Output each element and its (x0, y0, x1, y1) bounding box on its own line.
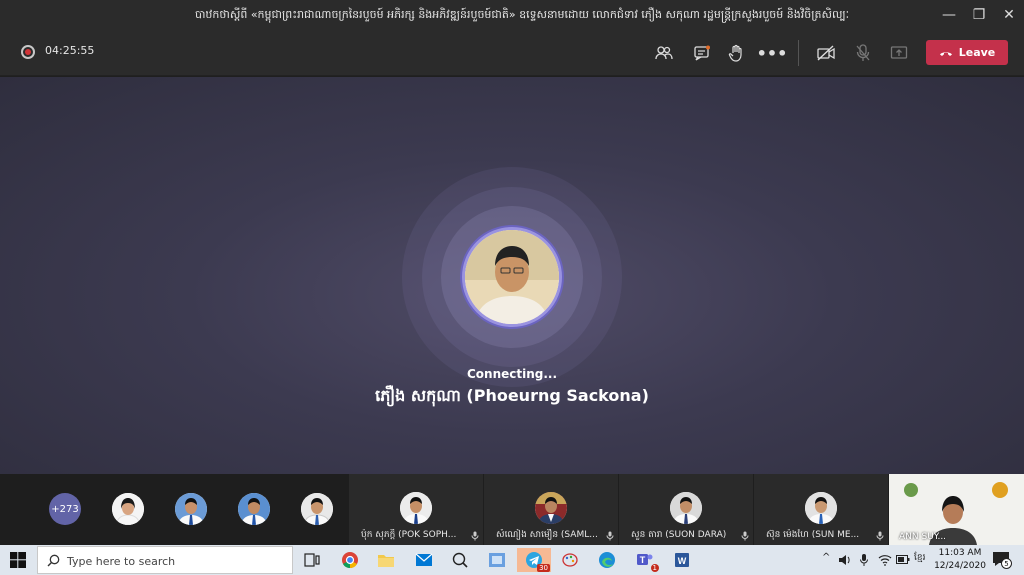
task-view-icon (304, 553, 320, 567)
more-actions-icon[interactable]: ••• (757, 40, 788, 66)
clock-date: 12/24/2020 (934, 561, 986, 571)
recording-icon (21, 45, 35, 59)
participant-tile[interactable]: សំណៀង សាមឿន (SAML... (484, 474, 618, 545)
title-bar: បាឋកថាស្ដីពី «កម្ពុជាព្រះរាជាណាចក្រនៃរបួ… (0, 0, 1024, 30)
folder-icon (378, 554, 394, 567)
search-placeholder: Type here to search (67, 555, 176, 568)
windows-taskbar: Type here to search 30 T 1 W ^ ខ្មែរ 11:… (0, 545, 1024, 575)
call-stage: Connecting... ភឿង សកុណា (Phoeurng Sackon… (0, 77, 1024, 474)
mic-off-icon (471, 531, 479, 541)
meeting-timer: 04:25:55 (45, 44, 95, 57)
chat-icon (694, 45, 710, 61)
leave-button[interactable]: Leave (926, 40, 1008, 65)
feedback-taskbar-item[interactable] (446, 548, 474, 572)
chat-button[interactable] (688, 40, 716, 66)
people-icon (655, 46, 673, 60)
svg-text:T: T (640, 555, 646, 565)
participant-avatar[interactable] (238, 493, 270, 525)
participant-avatar (535, 492, 567, 524)
language-indicator[interactable]: ខ្មែរ (914, 552, 925, 565)
participant-avatar[interactable] (112, 493, 144, 525)
maximize-button[interactable]: ❐ (962, 0, 996, 30)
participant-avatar (400, 492, 432, 524)
participants-strip: +273 ប៉ុក សុភក្ដិ (POK SOPH... សំណៀង សាម… (0, 474, 1024, 545)
wifi-icon (878, 555, 892, 566)
participant-name: សំណៀង សាមឿន (SAML... (496, 530, 598, 540)
minimize-button[interactable]: — (932, 0, 966, 30)
action-center-button[interactable]: 5 (992, 551, 1012, 569)
mail-taskbar-item[interactable] (410, 548, 438, 572)
toolbar-divider (798, 40, 799, 66)
teams-taskbar-item[interactable]: T 1 (631, 548, 659, 572)
caller-avatar (462, 227, 562, 327)
telegram-taskbar-item[interactable]: 30 (517, 548, 551, 572)
file-explorer-taskbar-item[interactable] (372, 548, 400, 572)
leave-label: Leave (958, 46, 996, 59)
word-icon: W (675, 553, 689, 567)
search-icon (47, 554, 60, 567)
battery-icon (896, 555, 910, 564)
connection-status: Connecting... (466, 367, 558, 381)
snip-taskbar-item[interactable] (483, 548, 511, 572)
volume-icon (839, 555, 850, 565)
mail-icon (415, 553, 433, 566)
participant-name: សួន តារា (SUON DARA) (631, 530, 727, 540)
mic-toggle[interactable] (849, 40, 877, 66)
svg-text:W: W (678, 556, 687, 566)
close-button[interactable]: ✕ (992, 0, 1024, 30)
people-search-icon (452, 552, 468, 568)
participant-name: ស៊ុន ម៉េងហៃ (SUN ME... (766, 530, 860, 540)
edge-taskbar-item[interactable] (593, 548, 621, 572)
start-button[interactable] (0, 545, 36, 575)
paint-taskbar-item[interactable] (556, 548, 584, 572)
participants-button[interactable] (650, 40, 678, 66)
teams-badge: 1 (650, 564, 659, 572)
chrome-icon (342, 552, 358, 569)
task-view-button[interactable] (298, 548, 326, 572)
more-participants-badge[interactable]: +273 (49, 493, 81, 525)
edge-icon (599, 552, 615, 568)
clock-time: 11:03 AM (938, 548, 982, 558)
participant-avatar[interactable] (175, 493, 207, 525)
participant-tile[interactable]: ប៉ុក សុភក្ដិ (POK SOPH... (349, 474, 483, 545)
camera-toggle[interactable] (812, 40, 840, 66)
self-video-tile[interactable]: ANN SUY... (889, 474, 1024, 545)
telegram-badge: 30 (537, 564, 550, 572)
notification-count: 5 (1001, 558, 1012, 569)
mic-off-icon (876, 531, 884, 541)
hand-icon (728, 44, 742, 62)
show-hidden-icons-button[interactable]: ^ (822, 552, 830, 563)
windows-logo-icon (10, 552, 26, 568)
taskbar-search[interactable]: Type here to search (37, 546, 293, 574)
mic-off-icon (741, 531, 749, 541)
participant-name: ប៉ុក សុភក្ដិ (POK SOPH... (361, 530, 457, 540)
share-screen-button[interactable] (885, 40, 913, 66)
raise-hand-button[interactable] (722, 40, 750, 66)
word-taskbar-item[interactable]: W (668, 548, 696, 572)
screenshot-icon (489, 553, 505, 567)
self-name: ANN SUY... (899, 532, 947, 542)
camera-off-icon (817, 45, 835, 61)
participant-avatar (670, 492, 702, 524)
chrome-taskbar-item[interactable] (336, 548, 364, 572)
microphone-icon (860, 554, 868, 566)
system-clock[interactable]: 11:03 AM 12/24/2020 (934, 547, 986, 573)
mic-off-icon (606, 531, 614, 541)
participant-tile[interactable]: ស៊ុន ម៉េងហៃ (SUN ME... (754, 474, 888, 545)
share-screen-icon (890, 46, 908, 59)
participant-tile[interactable]: សួន តារា (SUON DARA) (619, 474, 753, 545)
hang-up-icon (939, 51, 952, 56)
participant-avatar (805, 492, 837, 524)
window-title: បាឋកថាស្ដីពី «កម្ពុជាព្រះរាជាណាចក្រនៃរបួ… (194, 8, 850, 21)
caller-name: ភឿង សកុណា (Phoeurng Sackona) (375, 386, 649, 405)
participant-avatar[interactable] (301, 493, 333, 525)
mic-off-icon (856, 44, 870, 61)
paint-icon (562, 553, 578, 567)
meeting-toolbar: 04:25:55 ••• Leave (0, 30, 1024, 76)
